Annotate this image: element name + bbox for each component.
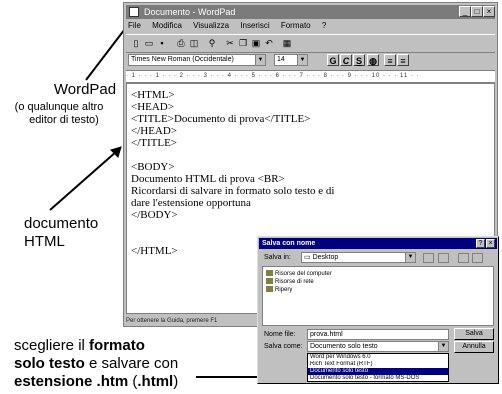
print-icon[interactable]: ⎙: [175, 37, 187, 49]
copy-icon[interactable]: ❐: [237, 37, 249, 49]
network-icon: [266, 278, 273, 285]
document-line: <HTML>: [131, 89, 175, 101]
chevron-down-icon[interactable]: ▼: [255, 55, 265, 65]
wordpad-title-bar[interactable]: Documento - WordPad _ □ ×: [126, 5, 495, 19]
menu-modifica[interactable]: Modifica: [152, 21, 182, 30]
folder-icon: ▭: [304, 254, 313, 261]
save-as-dialog: Salva con nome ? × Salva in: ▭ Desktop ▼…: [257, 236, 499, 384]
font-name-value: Times New Roman (Occidentale): [131, 56, 234, 63]
font-size-value: 14: [277, 56, 285, 63]
chevron-down-icon[interactable]: ▼: [405, 253, 415, 262]
arrow-to-document: [49, 150, 118, 211]
list-item-label: Risorse di rete: [275, 279, 314, 285]
menu-inserisci[interactable]: Inserisci: [240, 21, 269, 30]
dialog-close-button[interactable]: ×: [486, 239, 495, 248]
chevron-down-icon[interactable]: ▼: [297, 55, 307, 65]
cut-icon[interactable]: ✂: [224, 37, 236, 49]
document-line: Ricordarsi di salvare in formato solo te…: [131, 185, 335, 197]
filename-field[interactable]: prova.html: [307, 329, 449, 340]
document-line: </BODY>: [131, 209, 178, 221]
filename-label: Nome file:: [264, 331, 296, 338]
save-in-value: Desktop: [312, 254, 339, 261]
cancel-button[interactable]: Annulla: [454, 341, 494, 353]
paste-icon[interactable]: ▣: [250, 37, 262, 49]
wordpad-ruler[interactable]: · 1 · · · 1 · · · 2 · · · 3 · · · 4 · · …: [126, 70, 495, 83]
document-line: dare l'estensione opportuna: [131, 197, 251, 209]
maximize-button[interactable]: □: [471, 6, 483, 17]
computer-icon: [266, 270, 273, 277]
menu-visualizza[interactable]: Visualizza: [193, 21, 229, 30]
bold-button[interactable]: G: [327, 54, 339, 66]
date-icon[interactable]: ▦: [281, 37, 293, 49]
up-folder-icon[interactable]: [423, 253, 434, 263]
align-center-icon[interactable]: ≡: [397, 54, 409, 66]
chevron-down-icon[interactable]: ▼: [438, 342, 448, 351]
document-line: </TITLE>: [131, 137, 178, 149]
list-item[interactable]: Risorse del computer: [266, 270, 332, 278]
minimize-button[interactable]: _: [459, 6, 471, 17]
underline-button[interactable]: S: [353, 54, 365, 66]
open-icon[interactable]: ▭: [143, 37, 155, 49]
close-button[interactable]: ×: [483, 6, 495, 17]
italic-button[interactable]: C: [340, 54, 352, 66]
save-in-combo[interactable]: ▭ Desktop ▼: [301, 252, 416, 263]
document-line: <BODY>: [131, 161, 175, 173]
dialog-title-bar[interactable]: Salva con nome ? ×: [259, 238, 497, 249]
wordpad-format-bar: Times New Roman (Occidentale) ▼ 14 ▼ G C…: [126, 53, 495, 68]
wordpad-title: Documento - WordPad: [144, 7, 236, 17]
file-type-option[interactable]: Rich Text Format (RTF): [308, 361, 448, 368]
details-view-icon[interactable]: [472, 253, 483, 263]
document-line: </HTML>: [131, 245, 178, 257]
file-type-option[interactable]: Word per Windows 6.0: [308, 354, 448, 361]
file-type-label: Salva come:: [264, 343, 303, 350]
wordpad-app-icon: [129, 7, 139, 17]
save-in-label: Salva in:: [264, 254, 291, 261]
menu-help[interactable]: ?: [322, 21, 326, 30]
font-size-combo[interactable]: 14 ▼: [274, 54, 308, 66]
document-line: </HEAD>: [131, 125, 178, 137]
file-type-dropdown-list: Word per Windows 6.0 Rich Text Format (R…: [307, 353, 449, 382]
list-item-label: Risorse del computer: [275, 271, 332, 277]
list-view-icon[interactable]: [458, 253, 469, 263]
find-icon[interactable]: ⚲: [206, 37, 218, 49]
menu-file[interactable]: File: [128, 21, 141, 30]
color-icon[interactable]: ◍: [367, 54, 379, 66]
undo-icon[interactable]: ↶: [263, 37, 275, 49]
help-button[interactable]: ?: [476, 239, 485, 248]
file-type-value: Documento solo testo: [310, 343, 378, 350]
dialog-title: Salva con nome: [262, 240, 316, 247]
list-item[interactable]: Ripery: [266, 286, 292, 294]
folder-icon: [266, 286, 273, 293]
new-icon[interactable]: ▯: [130, 37, 142, 49]
font-name-combo[interactable]: Times New Roman (Occidentale) ▼: [128, 54, 266, 66]
file-type-combo[interactable]: Documento solo testo ▼: [307, 341, 449, 352]
save-icon[interactable]: ▪: [156, 37, 168, 49]
file-type-option[interactable]: Documento solo testo - formato MS-DOS: [308, 375, 448, 382]
new-folder-icon[interactable]: [438, 253, 449, 263]
filename-value: prova.html: [310, 331, 343, 338]
preview-icon[interactable]: ◫: [188, 37, 200, 49]
menu-formato[interactable]: Formato: [281, 21, 311, 30]
document-line: <HEAD>: [131, 101, 174, 113]
list-item[interactable]: Risorse di rete: [266, 278, 314, 286]
wordpad-toolbar: ▯ ▭ ▪ ⎙ ◫ ⚲ ✂ ❐ ▣ ↶ ▦: [126, 34, 495, 53]
file-type-option-selected[interactable]: Documento solo testo: [308, 368, 448, 375]
save-button[interactable]: Salva: [454, 328, 494, 340]
wordpad-menu-bar: File Modifica Visualizza Inserisci Forma…: [128, 20, 335, 32]
align-left-icon[interactable]: ≡: [384, 54, 396, 66]
document-line: <TITLE>Documento di prova</TITLE>: [131, 113, 311, 125]
document-line: Documento HTML di prova <BR>: [131, 173, 285, 185]
file-list[interactable]: Risorse del computer Risorse di rete Rip…: [262, 266, 494, 326]
list-item-label: Ripery: [275, 287, 293, 293]
